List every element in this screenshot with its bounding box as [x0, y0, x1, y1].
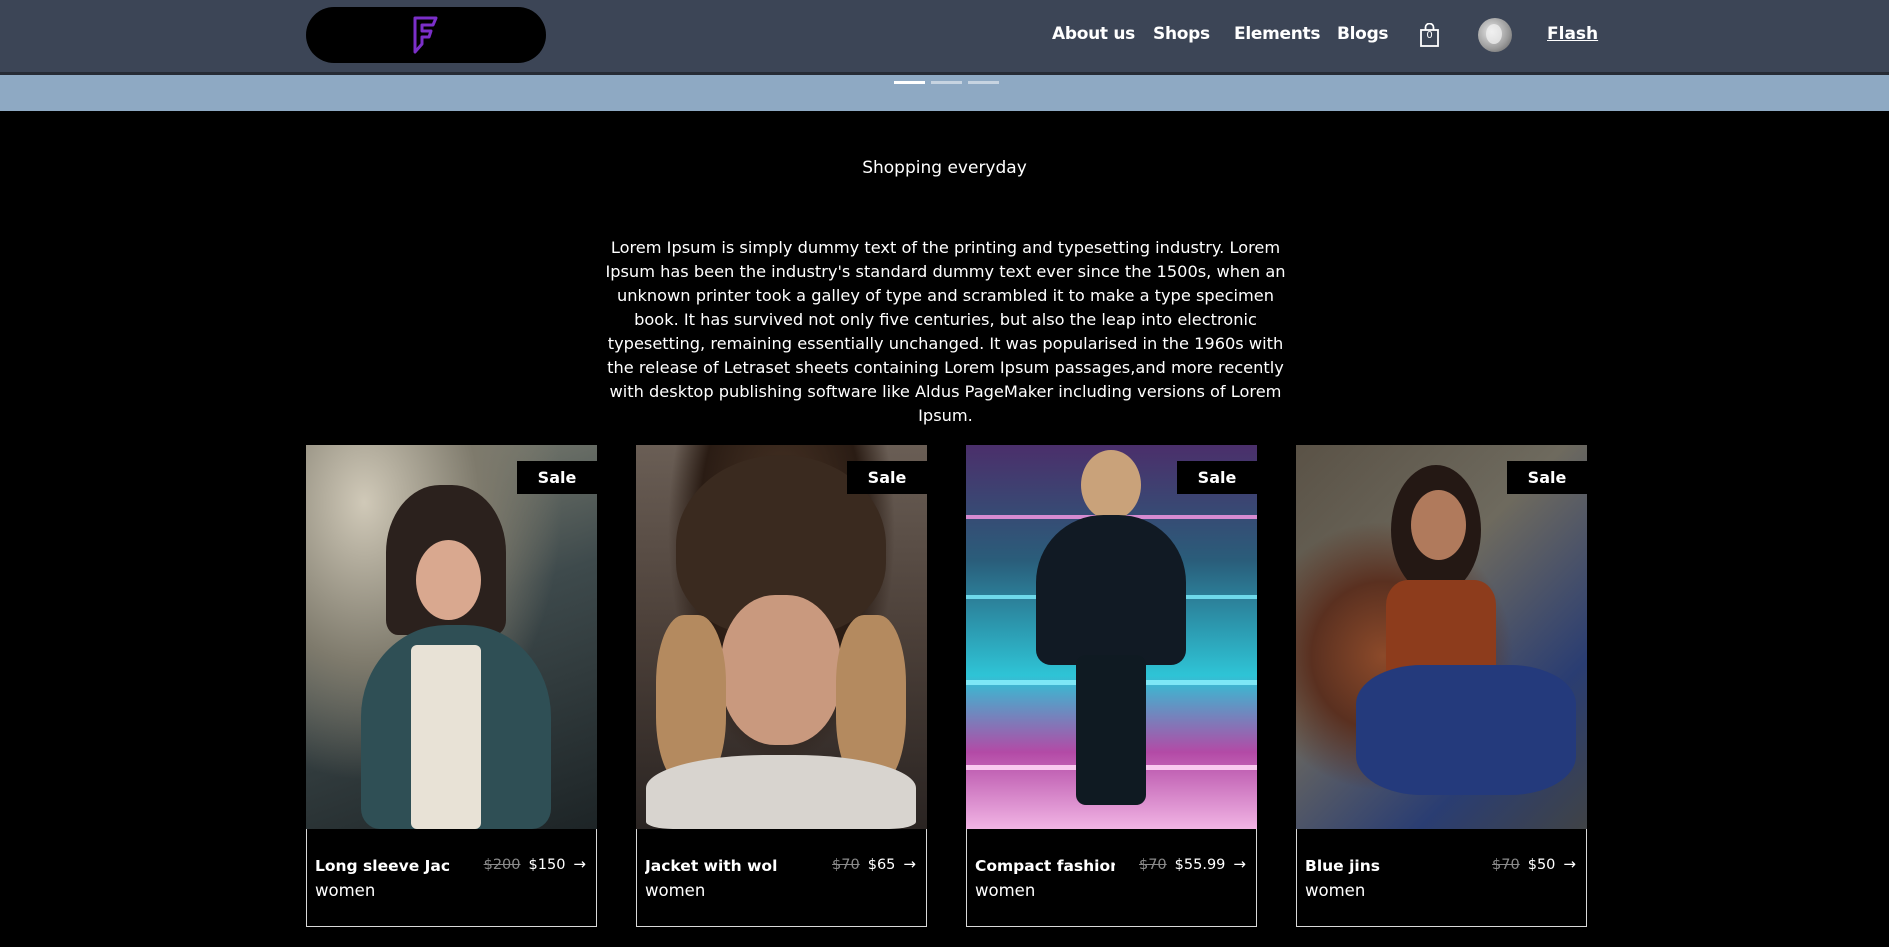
product-name[interactable]: Jacket with wol [645, 857, 777, 875]
product-category: women [975, 881, 1036, 900]
product-price: $55.99 [1174, 857, 1226, 873]
nav-elements[interactable]: Elements [1234, 24, 1320, 44]
sale-badge: Sale [1177, 461, 1257, 494]
shopping-bag-icon[interactable]: 0 [1419, 22, 1440, 47]
product-price: $50 [1527, 857, 1556, 873]
product-card[interactable]: Sale Long sleeve Jac women $200 $150 → [306, 445, 597, 927]
product-price: $150 [528, 857, 566, 873]
product-name[interactable]: Long sleeve Jac [315, 857, 450, 875]
product-prices: $70 $50 → [1492, 855, 1576, 873]
product-name[interactable]: Compact fashion [975, 857, 1115, 875]
product-card[interactable]: Sale Compact fashion women $70 $55.99 → [966, 445, 1257, 927]
nav-shops[interactable]: Shops [1153, 24, 1210, 44]
product-old-price: $70 [832, 857, 860, 873]
product-category: women [315, 881, 376, 900]
product-prices: $70 $65 → [832, 855, 916, 873]
product-image[interactable] [1296, 445, 1587, 829]
sale-badge: Sale [1507, 461, 1587, 494]
user-name-link[interactable]: Flash [1547, 24, 1598, 44]
sale-badge: Sale [517, 461, 597, 494]
slider-dot-2[interactable] [931, 81, 962, 84]
slider-pagination [894, 81, 999, 84]
product-prices: $70 $55.99 → [1139, 855, 1246, 873]
top-navbar: About us Shops Elements Blogs 0 Flash [0, 0, 1889, 75]
product-info: Blue jins women $70 $50 → [1296, 829, 1587, 927]
product-info: Long sleeve Jac women $200 $150 → [306, 829, 597, 927]
product-image[interactable] [966, 445, 1257, 829]
product-name[interactable]: Blue jins [1305, 857, 1380, 875]
nav-about-us[interactable]: About us [1052, 24, 1135, 44]
user-avatar[interactable] [1478, 18, 1512, 52]
section-intro-text: Lorem Ipsum is simply dummy text of the … [605, 238, 1286, 425]
product-category: women [1305, 881, 1366, 900]
arrow-right-icon[interactable]: → [1563, 855, 1576, 873]
brand-logo-icon [413, 16, 438, 54]
section-subtitle: Shopping everyday [862, 158, 1027, 178]
product-category: women [645, 881, 706, 900]
product-card[interactable]: Sale Blue jins women $70 $50 → [1296, 445, 1587, 927]
nav-blogs[interactable]: Blogs [1337, 24, 1389, 44]
sale-badge: Sale [847, 461, 927, 494]
slider-dot-3[interactable] [968, 81, 999, 84]
arrow-right-icon[interactable]: → [1233, 855, 1246, 873]
product-old-price: $200 [483, 857, 521, 873]
product-info: Jacket with wol women $70 $65 → [636, 829, 927, 927]
product-prices: $200 $150 → [484, 855, 586, 873]
product-image[interactable] [636, 445, 927, 829]
product-price: $65 [867, 857, 896, 873]
product-old-price: $70 [1492, 857, 1520, 873]
product-card[interactable]: Sale Jacket with wol women $70 $65 → [636, 445, 927, 927]
cart-count-badge: 0 [1426, 30, 1433, 41]
product-image[interactable] [306, 445, 597, 829]
slider-dot-1[interactable] [894, 81, 925, 84]
product-old-price: $70 [1138, 857, 1167, 873]
arrow-right-icon[interactable]: → [903, 855, 916, 873]
logo-home-link[interactable] [306, 7, 546, 63]
product-info: Compact fashion women $70 $55.99 → [966, 829, 1257, 927]
arrow-right-icon[interactable]: → [573, 855, 586, 873]
